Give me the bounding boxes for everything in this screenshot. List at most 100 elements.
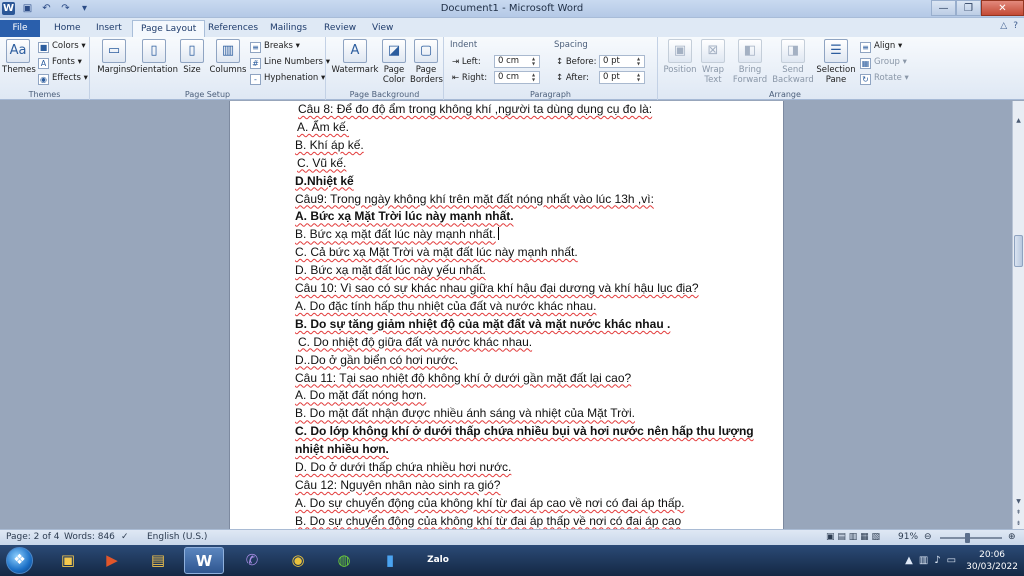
- taskbar-chrome-icon[interactable]: ◉: [278, 547, 318, 574]
- document-line[interactable]: Câu 8: Để đo độ ẩm trong không khí ,ngườ…: [295, 102, 652, 116]
- system-clock[interactable]: 20:06 30/03/2022: [966, 549, 1018, 573]
- document-line[interactable]: A. Ẩm kế.: [295, 120, 349, 134]
- taskbar-zalo-icon[interactable]: Zalo: [418, 547, 458, 574]
- colors-button[interactable]: ■ Colors ▾: [38, 40, 86, 53]
- fonts-button[interactable]: A Fonts ▾: [38, 56, 82, 69]
- taskbar-camtasia-icon[interactable]: ◍: [324, 547, 364, 574]
- position-button[interactable]: ▣ Position: [660, 39, 700, 75]
- restore-button[interactable]: ❐: [956, 0, 981, 16]
- close-button[interactable]: ✕: [981, 0, 1024, 16]
- scroll-down-arrow-icon[interactable]: ▼: [1013, 496, 1024, 507]
- tray-volume-icon[interactable]: ♪: [934, 555, 940, 566]
- send-backward-label: Send Backward: [772, 65, 814, 85]
- minimize-ribbon-icon[interactable]: △: [1000, 21, 1007, 31]
- previous-page-icon[interactable]: ⇞: [1013, 507, 1024, 518]
- document-line[interactable]: D.Nhiệt kế: [295, 174, 354, 188]
- document-line[interactable]: B. Do sự tăng giảm nhiệt độ của mặt đất …: [295, 317, 670, 331]
- document-line[interactable]: A. Do sự chuyển động của không khí từ đa…: [295, 496, 685, 510]
- document-line[interactable]: D. Do ở dưới thấp chứa nhiều hơi nước.: [295, 460, 511, 474]
- indent-left-input[interactable]: 0 cm: [494, 55, 540, 68]
- hyphenation-button[interactable]: - Hyphenation ▾: [250, 72, 325, 85]
- page-count[interactable]: Page: 2 of 4: [6, 532, 60, 542]
- breaks-button[interactable]: ≡ Breaks ▾: [250, 40, 300, 53]
- tab-insert[interactable]: Insert: [88, 20, 130, 37]
- zoom-slider[interactable]: [940, 537, 1002, 539]
- start-button[interactable]: ❖: [6, 547, 33, 574]
- tab-page-layout[interactable]: Page Layout: [132, 20, 206, 37]
- document-line[interactable]: Câu 12: Nguyên nhân nào sinh ra gió?: [295, 478, 500, 492]
- document-page[interactable]: Câu 8: Để đo độ ẩm trong không khí ,ngườ…: [229, 101, 784, 529]
- wrap-text-button[interactable]: ⊠ Wrap Text: [698, 39, 728, 85]
- scroll-up-arrow-icon[interactable]: ▲: [1013, 115, 1024, 126]
- document-line[interactable]: C. Do lớp không khí ở dưới thấp chứa nhi…: [295, 424, 754, 438]
- spacing-before-input[interactable]: 0 pt: [599, 55, 645, 68]
- line-numbers-button[interactable]: # Line Numbers ▾: [250, 56, 330, 69]
- document-line[interactable]: A. Do mặt đất nóng hơn.: [295, 388, 426, 402]
- document-line[interactable]: nhiệt nhiều hơn.: [295, 442, 389, 456]
- watermark-button[interactable]: A Watermark: [330, 39, 380, 75]
- document-line[interactable]: B. Bức xạ mặt đất lúc này mạnh nhất.: [295, 227, 499, 241]
- spacing-after-input[interactable]: 0 pt: [599, 71, 645, 84]
- margins-button[interactable]: ▭ Margins: [93, 39, 135, 75]
- minimize-button[interactable]: —: [931, 0, 956, 16]
- taskbar-viber-icon[interactable]: ✆: [232, 547, 272, 574]
- page-color-button[interactable]: ◪ Page Color: [378, 39, 410, 85]
- tab-mailings[interactable]: Mailings: [262, 20, 315, 37]
- document-line[interactable]: B. Do mặt đất nhận được nhiều ánh sáng v…: [295, 406, 635, 420]
- taskbar-explorer-icon[interactable]: ▣: [48, 547, 88, 574]
- proofing-icon[interactable]: ✓: [121, 532, 129, 542]
- spacing-after-label: ↕ After:: [556, 73, 589, 83]
- selection-pane-button[interactable]: ☰ Selection Pane: [814, 39, 858, 85]
- help-icon[interactable]: ?: [1013, 21, 1018, 31]
- tab-references[interactable]: References: [200, 20, 266, 37]
- group-button[interactable]: ▦ Group ▾: [860, 56, 907, 69]
- taskbar-media-player-icon[interactable]: ▶: [92, 547, 132, 574]
- vertical-scrollbar[interactable]: ▲ ▼ ⇞ ⇟: [1012, 101, 1024, 529]
- document-line[interactable]: D. Bức xạ mặt đất lúc này yếu nhất.: [295, 263, 486, 277]
- taskbar-zoom-icon[interactable]: ▮: [370, 547, 410, 574]
- document-line[interactable]: Câu 10: Vì sao có sự khác nhau giữa khí …: [295, 281, 699, 295]
- page-borders-button[interactable]: ▢ Page Borders: [410, 39, 443, 85]
- document-line[interactable]: C. Do nhiệt độ giữa đất và nước khác nha…: [295, 335, 532, 349]
- align-button[interactable]: ≡ Align ▾: [860, 40, 902, 53]
- word-count[interactable]: Words: 846: [64, 532, 115, 542]
- tray-chevron-icon[interactable]: ▲: [905, 555, 913, 566]
- tab-view[interactable]: View: [364, 20, 401, 37]
- tray-battery-icon[interactable]: ▭: [947, 555, 956, 566]
- document-line-text: B. Do mặt đất nhận được nhiều ánh sáng v…: [295, 406, 635, 421]
- document-line[interactable]: B. Do sự chuyển động của không khí từ đa…: [295, 514, 681, 528]
- document-line[interactable]: B. Khí áp kế.: [295, 138, 364, 152]
- document-line[interactable]: A. Bức xạ Mặt Trời lúc này mạnh nhất.: [295, 209, 514, 223]
- view-buttons[interactable]: ▣ ▤ ▥ ▦ ▧: [826, 532, 880, 542]
- next-page-icon[interactable]: ⇟: [1013, 518, 1024, 529]
- rotate-button[interactable]: ↻ Rotate ▾: [860, 72, 909, 85]
- themes-button[interactable]: Aa Themes: [2, 39, 36, 75]
- language-indicator[interactable]: English (U.S.): [147, 532, 207, 542]
- document-line[interactable]: C. Cả bức xạ Mặt Trời và mặt đất lúc này…: [295, 245, 578, 259]
- zoom-slider-thumb[interactable]: [965, 533, 970, 543]
- document-line[interactable]: Câu 11: Tại sao nhiệt độ không khí ở dướ…: [295, 371, 631, 385]
- document-line[interactable]: C. Vũ kế.: [295, 156, 346, 170]
- watermark-icon: A: [343, 39, 367, 63]
- document-line[interactable]: D..Do ở gần biển có hơi nước.: [295, 353, 458, 367]
- tab-home[interactable]: Home: [46, 20, 89, 37]
- tray-network-icon[interactable]: ▥: [919, 555, 928, 566]
- columns-button[interactable]: ▥ Columns: [206, 39, 250, 75]
- taskbar-word-icon[interactable]: W: [184, 547, 224, 574]
- tab-file[interactable]: File: [0, 20, 40, 37]
- document-line[interactable]: A. Do đặc tính hấp thụ nhiệt của đất và …: [295, 299, 596, 313]
- zoom-level[interactable]: 91%: [898, 532, 918, 542]
- send-backward-button[interactable]: ◨ Send Backward: [770, 39, 816, 85]
- title-bar: W ▣ ↶ ↷ ▾ Document1 - Microsoft Word — ❐…: [0, 0, 1024, 18]
- zoom-in-icon[interactable]: ⊕: [1008, 532, 1016, 542]
- tab-review[interactable]: Review: [316, 20, 364, 37]
- scroll-thumb[interactable]: [1014, 235, 1023, 267]
- bring-forward-button[interactable]: ◧ Bring Forward: [730, 39, 770, 85]
- effects-button[interactable]: ◉ Effects ▾: [38, 72, 88, 85]
- indent-right-input[interactable]: 0 cm: [494, 71, 540, 84]
- taskbar-file-manager-icon[interactable]: ▤: [138, 547, 178, 574]
- document-line[interactable]: Câu9: Trong ngày không khí trên mặt đất …: [295, 192, 654, 206]
- bring-forward-icon: ◧: [738, 39, 762, 63]
- orientation-button[interactable]: ▯ Orientation: [130, 39, 178, 75]
- zoom-out-icon[interactable]: ⊖: [924, 532, 932, 542]
